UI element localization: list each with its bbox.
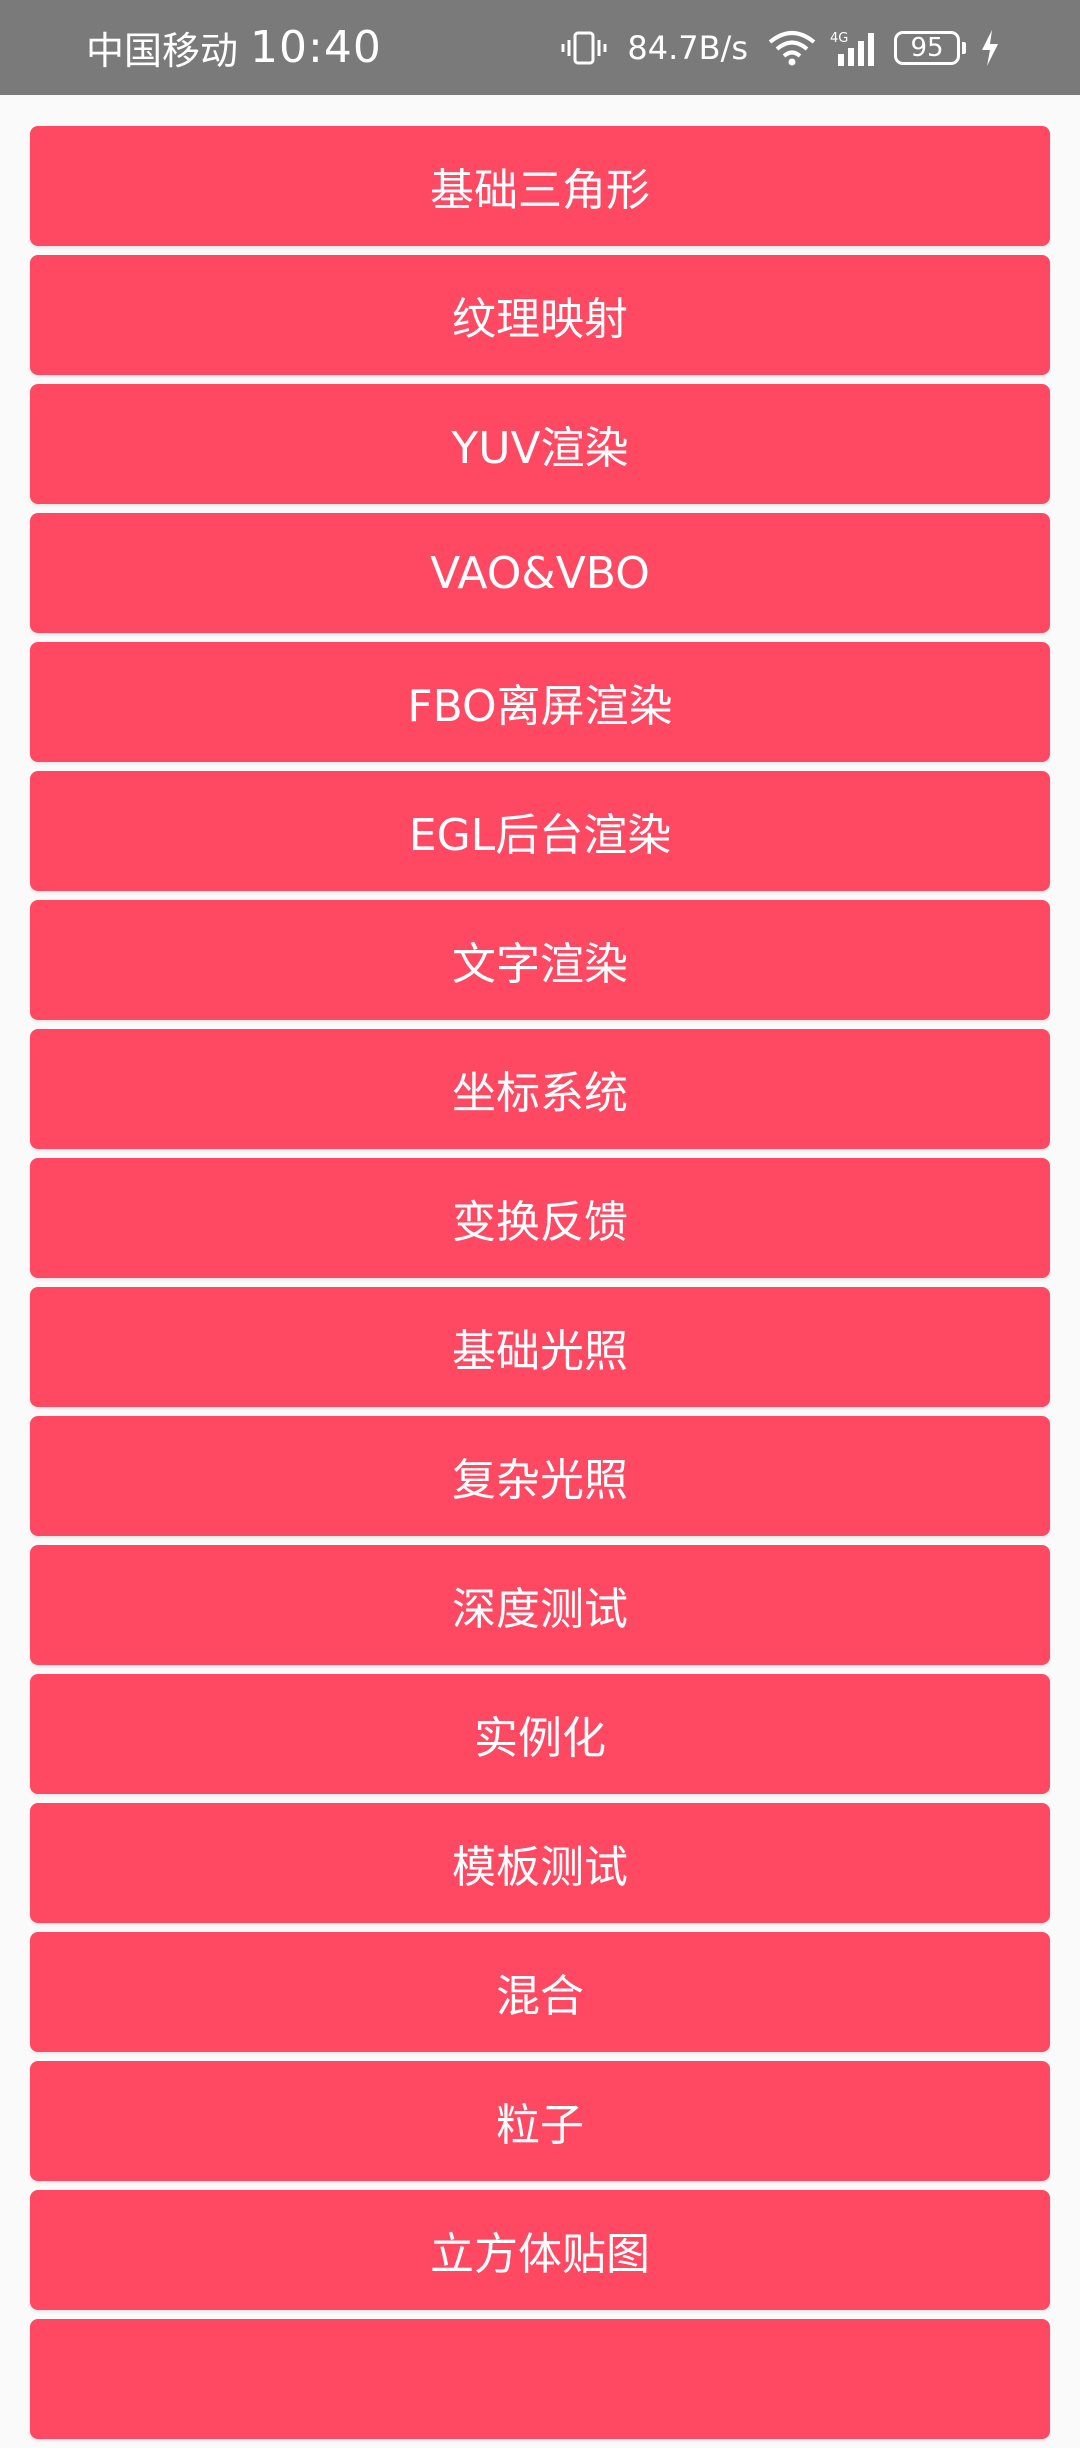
instancing-button[interactable]: 实例化 [30, 1674, 1050, 1794]
network-type-label: 4G [830, 31, 848, 46]
complex-lighting-button[interactable]: 复杂光照 [30, 1416, 1050, 1536]
charging-icon [980, 29, 1000, 66]
clock: 10:40 [250, 22, 382, 73]
battery-level: 95 [894, 30, 960, 65]
text-render-button[interactable]: 文字渲染 [30, 900, 1050, 1020]
network-speed: 84.7B/s [627, 28, 748, 67]
texture-mapping-button[interactable]: 纹理映射 [30, 255, 1050, 375]
egl-background-render-button[interactable]: EGL后台渲染 [30, 771, 1050, 891]
vibrate-icon [561, 30, 607, 66]
particles-button[interactable]: 粒子 [30, 2061, 1050, 2181]
wifi-icon [768, 30, 816, 66]
battery-tip [962, 41, 966, 54]
signal-icon: 4G [830, 28, 880, 68]
fbo-offscreen-render-button[interactable]: FBO离屏渲染 [30, 642, 1050, 762]
demo-button-list: 基础三角形 纹理映射 YUV渲染 VAO&VBO FBO离屏渲染 EGL后台渲染… [30, 126, 1050, 2448]
status-bar-right: 84.7B/s 4G 95 [561, 28, 1000, 68]
carrier-name: 中国移动 [86, 29, 239, 73]
yuv-render-button[interactable]: YUV渲染 [30, 384, 1050, 504]
status-bar-left: 中国移动 10:40 [86, 20, 382, 75]
coordinate-system-button[interactable]: 坐标系统 [30, 1029, 1050, 1149]
transform-feedback-button[interactable]: 变换反馈 [30, 1158, 1050, 1278]
vao-vbo-button[interactable]: VAO&VBO [30, 513, 1050, 633]
basic-triangle-button[interactable]: 基础三角形 [30, 126, 1050, 246]
blending-button[interactable]: 混合 [30, 1932, 1050, 2052]
battery-icon: 95 [894, 30, 966, 65]
cubemap-button[interactable]: 立方体贴图 [30, 2190, 1050, 2310]
basic-lighting-button[interactable]: 基础光照 [30, 1287, 1050, 1407]
partially-visible-button[interactable] [30, 2319, 1050, 2439]
depth-test-button[interactable]: 深度测试 [30, 1545, 1050, 1665]
status-bar: 中国移动 10:40 84.7B/s 4G 95 [0, 0, 1080, 95]
stencil-test-button[interactable]: 模板测试 [30, 1803, 1050, 1923]
